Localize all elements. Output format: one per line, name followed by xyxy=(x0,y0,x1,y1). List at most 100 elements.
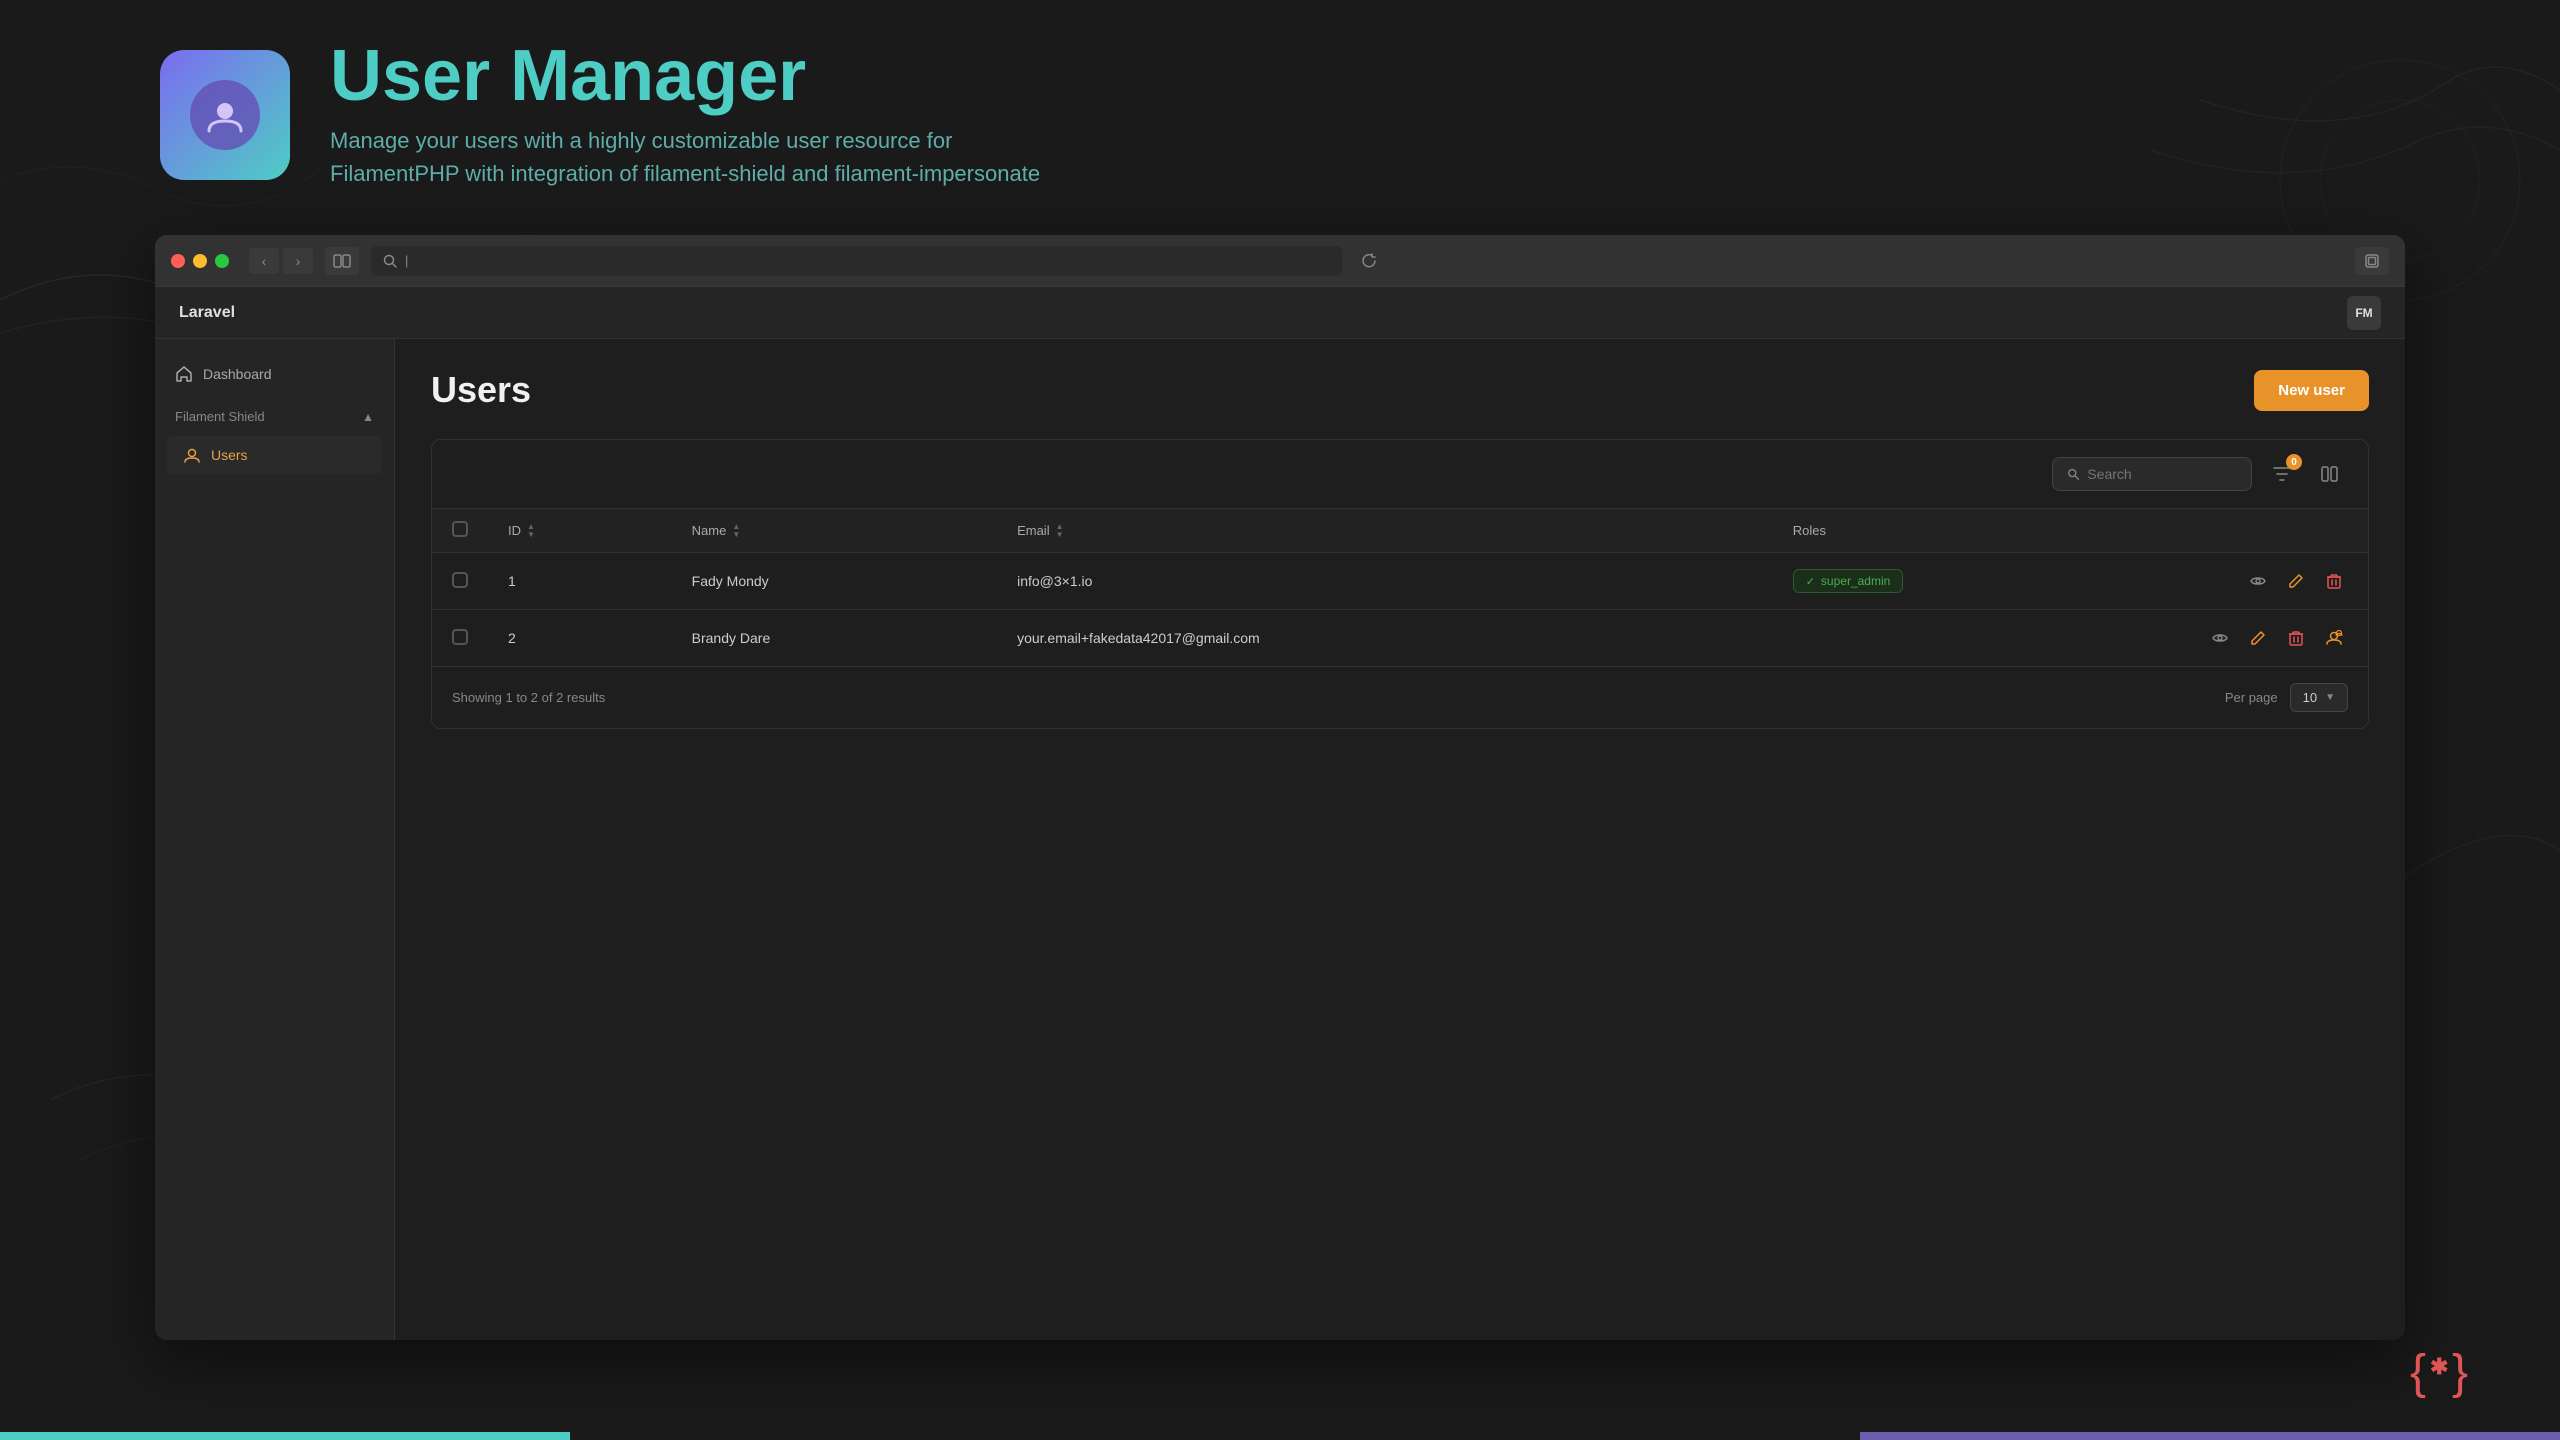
app-title: User Manager xyxy=(330,40,1040,112)
check-circle-icon: ✓ xyxy=(1806,575,1815,588)
col-id-header[interactable]: ID ▲▼ xyxy=(488,509,672,553)
section-label: Filament Shield xyxy=(175,409,265,424)
per-page-dropdown[interactable]: 10 ▼ xyxy=(2290,683,2348,712)
users-table: ID ▲▼ Name ▲▼ xyxy=(432,509,2368,666)
row2-email: your.email+fakedata42017@gmail.com xyxy=(997,610,1773,667)
bottom-bar-purple xyxy=(1860,1432,2560,1440)
filter-badge: 0 xyxy=(2286,454,2302,470)
row2-checkbox-cell[interactable] xyxy=(432,610,488,667)
window-action-button[interactable] xyxy=(2355,247,2389,275)
results-text: Showing 1 to 2 of 2 results xyxy=(452,690,605,705)
search-input[interactable] xyxy=(2087,466,2237,482)
trash-icon xyxy=(2289,630,2303,646)
action-buttons xyxy=(2206,567,2348,595)
filament-logo: { ✱ } xyxy=(2410,1338,2480,1398)
bottom-right-logo: { ✱ } xyxy=(2410,1338,2480,1410)
edit-icon xyxy=(2250,630,2266,646)
back-button[interactable]: ‹ xyxy=(249,248,279,274)
minimize-button[interactable] xyxy=(193,254,207,268)
row1-id: 1 xyxy=(488,553,672,610)
role-badge: ✓ super_admin xyxy=(1793,569,1904,593)
col-actions-header xyxy=(2186,509,2368,553)
id-sort-icon: ▲▼ xyxy=(527,523,535,539)
page-title: Users xyxy=(431,369,531,411)
email-sort-icon: ▲▼ xyxy=(1056,523,1064,539)
app-content: Laravel FM Dashboard Filament Shield ▲ xyxy=(155,287,2405,1340)
edit-button[interactable] xyxy=(2282,567,2310,595)
svg-text:}: } xyxy=(2452,1346,2468,1398)
sidebar-section-filament-shield: Filament Shield ▲ xyxy=(155,393,394,432)
table-container: 0 xyxy=(431,439,2369,729)
home-icon xyxy=(175,365,193,383)
main-content: Users New user xyxy=(395,339,2405,1340)
row1-name: Fady Mondy xyxy=(672,553,997,610)
search-icon xyxy=(2067,467,2079,481)
sidebar-item-dashboard[interactable]: Dashboard xyxy=(155,355,394,393)
table-row: 2 Brandy Dare your.email+fakedata42017@g… xyxy=(432,610,2368,667)
row2-checkbox[interactable] xyxy=(452,629,468,645)
svg-text:{: { xyxy=(2410,1346,2426,1398)
dashboard-label: Dashboard xyxy=(203,366,272,382)
browser-chrome: ‹ › | xyxy=(155,235,2405,287)
row2-id: 2 xyxy=(488,610,672,667)
col-name-header[interactable]: Name ▲▼ xyxy=(672,509,997,553)
top-nav: Laravel FM xyxy=(155,287,2405,339)
search-box[interactable] xyxy=(2052,457,2252,491)
col-roles-header: Roles xyxy=(1773,509,2186,553)
view-button[interactable] xyxy=(2206,624,2234,652)
filter-button[interactable]: 0 xyxy=(2264,456,2300,492)
users-label: Users xyxy=(211,447,248,463)
app-subtitle: Manage your users with a highly customiz… xyxy=(330,124,1040,190)
sidebar: Dashboard Filament Shield ▲ Users xyxy=(155,339,395,1340)
action-buttons xyxy=(2206,624,2348,652)
main-layout: Dashboard Filament Shield ▲ Users xyxy=(155,339,2405,1340)
maximize-button[interactable] xyxy=(215,254,229,268)
nav-buttons: ‹ › xyxy=(249,248,313,274)
row1-actions xyxy=(2186,553,2368,610)
new-user-button[interactable]: New user xyxy=(2254,370,2369,411)
row1-checkbox-cell[interactable] xyxy=(432,553,488,610)
delete-button[interactable] xyxy=(2282,624,2310,652)
row1-email: info@3×1.io xyxy=(997,553,1773,610)
delete-button[interactable] xyxy=(2320,567,2348,595)
refresh-button[interactable] xyxy=(1354,248,1384,274)
forward-button[interactable]: › xyxy=(283,248,313,274)
edit-button[interactable] xyxy=(2244,624,2272,652)
edit-icon xyxy=(2288,573,2304,589)
address-cursor: | xyxy=(405,253,408,268)
users-icon xyxy=(183,446,201,464)
col-email-header[interactable]: Email ▲▼ xyxy=(997,509,1773,553)
impersonate-button[interactable] xyxy=(2320,624,2348,652)
app-logo xyxy=(160,50,290,180)
sidebar-item-users[interactable]: Users xyxy=(167,436,382,474)
traffic-lights xyxy=(171,254,229,268)
header-section: User Manager Manage your users with a hi… xyxy=(0,0,2560,230)
table-footer: Showing 1 to 2 of 2 results Per page 10 … xyxy=(432,666,2368,728)
user-avatar[interactable]: FM xyxy=(2347,296,2381,330)
chevron-down-icon: ▼ xyxy=(2325,692,2335,703)
impersonate-icon xyxy=(2325,630,2343,646)
chevron-up-icon: ▲ xyxy=(362,410,374,424)
bottom-bar-mid xyxy=(570,1432,1860,1440)
name-sort-icon: ▲▼ xyxy=(732,523,740,539)
bottom-bar xyxy=(0,1432,2560,1440)
sidebar-section-header[interactable]: Filament Shield ▲ xyxy=(175,409,374,424)
columns-button[interactable] xyxy=(2312,456,2348,492)
row2-roles xyxy=(1773,610,2186,667)
close-button[interactable] xyxy=(171,254,185,268)
header-text: User Manager Manage your users with a hi… xyxy=(330,40,1040,190)
select-all-checkbox[interactable] xyxy=(452,521,468,537)
select-all-header[interactable] xyxy=(432,509,488,553)
per-page-value: 10 xyxy=(2303,690,2317,705)
trash-icon xyxy=(2327,573,2341,589)
view-button[interactable] xyxy=(2244,567,2272,595)
eye-icon xyxy=(2212,632,2228,644)
row2-name: Brandy Dare xyxy=(672,610,997,667)
app-logo-inner xyxy=(190,80,260,150)
per-page-selector: Per page 10 ▼ xyxy=(2225,683,2348,712)
address-bar[interactable]: | xyxy=(371,246,1342,276)
row1-checkbox[interactable] xyxy=(452,572,468,588)
per-page-label: Per page xyxy=(2225,690,2278,705)
layout-button[interactable] xyxy=(325,247,359,275)
app-name-label: Laravel xyxy=(179,304,235,322)
